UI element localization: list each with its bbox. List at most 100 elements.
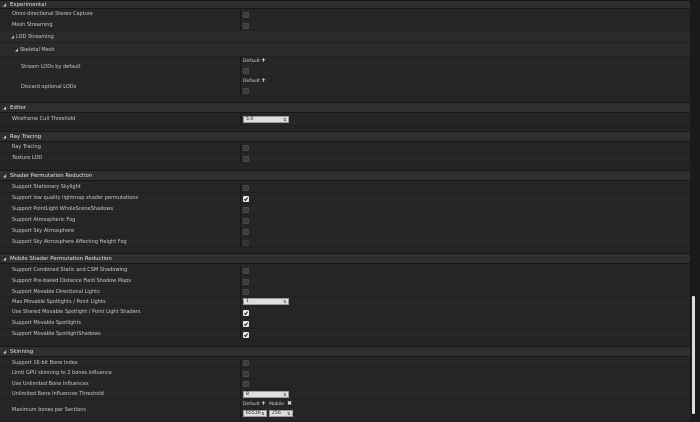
spin-arrows-icon[interactable]: ⇅ [261, 412, 265, 416]
column-divider[interactable] [240, 142, 241, 152]
collapse-arrow-icon[interactable]: ◢ [3, 2, 6, 7]
column-divider[interactable] [240, 265, 241, 275]
discard-lods-checkbox[interactable] [243, 88, 249, 94]
property-label: Ray Tracing [12, 144, 41, 150]
atmospheric-fog-checkbox[interactable] [243, 218, 249, 224]
pointlight-wholescene-shadows-checkbox[interactable] [243, 207, 249, 213]
property-label: Support Atmospheric Fog [12, 217, 76, 223]
remove-platform-override-icon[interactable]: ✖ [287, 401, 292, 407]
column-divider[interactable] [240, 226, 241, 236]
property-label: Use Unlimited Bone Influences [12, 380, 89, 387]
max-bones-default-input[interactable]: 65536 ⇅ [243, 410, 267, 417]
property-label: Support Movable Directional Lights [12, 288, 100, 295]
category-skinning[interactable]: ◢ Skinning [0, 346, 690, 357]
column-divider[interactable] [240, 389, 241, 399]
column-divider[interactable] [240, 297, 241, 306]
collapse-arrow-icon[interactable]: ◢ [3, 105, 6, 110]
column-divider[interactable] [240, 193, 241, 203]
column-divider[interactable] [240, 358, 241, 367]
add-platform-override-icon[interactable]: + [261, 78, 266, 84]
texture-lod-checkbox[interactable] [243, 156, 249, 162]
column-divider[interactable] [240, 237, 241, 247]
column-divider[interactable] [240, 113, 241, 125]
column-divider[interactable] [240, 204, 241, 214]
mesh-streaming-checkbox[interactable] [243, 23, 249, 29]
column-divider[interactable] [240, 318, 241, 328]
unlimited-threshold-input[interactable]: 8 ⇅ [243, 391, 289, 398]
column-divider[interactable] [240, 307, 241, 317]
column-divider[interactable] [240, 215, 241, 225]
property-label: Use Shared Movable Spotlight / Point Lig… [12, 309, 141, 315]
limit-gpu-skinning-checkbox[interactable] [243, 371, 249, 377]
combined-static-csm-checkbox[interactable] [243, 268, 249, 274]
omni-stereo-checkbox[interactable] [243, 12, 249, 18]
ray-tracing-checkbox[interactable] [243, 145, 249, 151]
property-label: Support Sky Atmosphere [12, 228, 75, 234]
stream-lods-checkbox[interactable] [243, 68, 249, 74]
max-movable-lights-input[interactable]: 1 ⇅ [243, 298, 289, 305]
collapse-arrow-icon[interactable]: ◢ [3, 134, 6, 139]
bone-index-16bit-checkbox[interactable] [243, 360, 249, 366]
low-quality-lightmap-checkbox[interactable] [243, 196, 249, 202]
sky-atmosphere-height-fog-checkbox[interactable] [243, 240, 249, 246]
max-bones-mobile-input[interactable]: 256 ⇅ [269, 410, 293, 417]
subcategory-skeletal-mesh[interactable]: ◢ Skeletal Mesh [0, 43, 690, 57]
subcategory-title: Skeletal Mesh [20, 46, 55, 53]
category-mobile-shader-permutation-reduction[interactable]: ◢ Mobile Shader Permutation Reduction [0, 253, 690, 264]
property-label: Support 16-bit Bone Index [12, 359, 78, 366]
scrollbar-thumb[interactable] [692, 296, 695, 414]
column-divider[interactable] [240, 276, 241, 286]
property-label: Support Pre-baked Distance Field Shadow … [12, 278, 131, 284]
property-row: Support low quality lightmap shader perm… [0, 193, 690, 204]
property-label: Support Stationary Skylight [12, 184, 81, 190]
category-shader-permutation-reduction[interactable]: ◢ Shader Permutation Reduction [0, 170, 690, 181]
spin-arrows-icon[interactable]: ⇅ [287, 412, 291, 416]
add-platform-override-icon[interactable]: + [261, 58, 266, 64]
collapse-arrow-icon[interactable]: ◢ [3, 349, 6, 354]
collapse-arrow-icon[interactable]: ◢ [3, 256, 6, 261]
column-divider[interactable] [240, 9, 241, 19]
property-row: Texture LOD [0, 153, 690, 164]
column-divider[interactable] [240, 400, 241, 420]
category-title: Shader Permutation Reduction [10, 172, 93, 179]
add-platform-override-icon[interactable]: + [261, 401, 266, 407]
column-divider[interactable] [240, 20, 241, 30]
distance-field-shadow-maps-checkbox[interactable] [243, 279, 249, 285]
category-editor[interactable]: ◢ Editor [0, 102, 690, 113]
spin-arrows-icon[interactable]: ⇅ [283, 393, 287, 397]
category-title: Skinning [10, 348, 34, 355]
property-row: Support 16-bit Bone Index [0, 358, 690, 368]
column-divider[interactable] [240, 153, 241, 163]
movable-spotlights-checkbox[interactable] [243, 321, 249, 327]
subcategory-lod-streaming[interactable]: ◢ LOD Streaming [0, 31, 690, 43]
column-divider[interactable] [240, 182, 241, 192]
column-divider[interactable] [240, 57, 241, 76]
column-divider[interactable] [240, 329, 241, 339]
spin-arrows-icon[interactable]: ⇅ [283, 300, 287, 304]
sky-atmosphere-checkbox[interactable] [243, 229, 249, 235]
property-row: Support Movable Directional Lights [0, 287, 690, 297]
column-divider[interactable] [240, 77, 241, 97]
property-row: Support Combined Static and CSM Shadowin… [0, 265, 690, 276]
column-divider[interactable] [240, 368, 241, 378]
movable-directional-lights-checkbox[interactable] [243, 289, 249, 295]
input-value: 1 [246, 299, 249, 304]
movable-spotlight-shadows-checkbox[interactable] [243, 332, 249, 338]
collapse-arrow-icon[interactable]: ◢ [3, 173, 6, 178]
spin-arrows-icon[interactable]: ⇅ [283, 118, 287, 122]
unlimited-bone-influences-checkbox[interactable] [243, 381, 249, 387]
property-label: Support Movable Spotlights [12, 320, 82, 326]
stationary-skylight-checkbox[interactable] [243, 185, 249, 191]
wireframe-cull-input[interactable]: 5.0 ⇅ [243, 116, 289, 123]
property-row: Support Sky Atmosphere Affecting Height … [0, 237, 690, 248]
collapse-arrow-icon[interactable]: ◢ [11, 34, 14, 39]
project-settings-rendering-panel: ◢ Experimental Omni-directional Stereo C… [0, 0, 690, 422]
column-divider[interactable] [240, 379, 241, 388]
category-experimental[interactable]: ◢ Experimental [0, 0, 690, 9]
category-ray-tracing[interactable]: ◢ Ray Tracing [0, 131, 690, 142]
category-title: Ray Tracing [10, 133, 42, 140]
collapse-arrow-icon[interactable]: ◢ [15, 47, 18, 52]
property-row: Ray Tracing [0, 142, 690, 153]
column-divider[interactable] [240, 287, 241, 296]
shared-movable-shaders-checkbox[interactable] [243, 310, 249, 316]
